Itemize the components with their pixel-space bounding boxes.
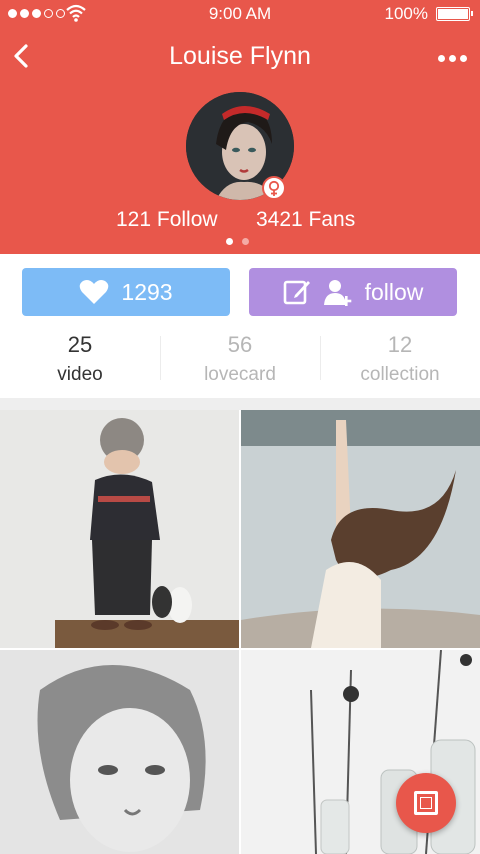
square-icon[interactable] bbox=[396, 773, 456, 833]
profile-name: Louise Flynn bbox=[169, 42, 311, 70]
video-count: 25 bbox=[67, 332, 93, 357]
add-user-icon bbox=[323, 280, 351, 306]
media-thumbnail[interactable] bbox=[241, 410, 480, 648]
collection-count: 12 bbox=[387, 332, 413, 357]
tab-video[interactable]: 25 video bbox=[0, 328, 160, 390]
tab-lovecard[interactable]: 56 lovecard bbox=[160, 328, 320, 390]
edit-icon bbox=[283, 280, 310, 305]
page-dot-active bbox=[226, 238, 233, 245]
collection-label: collection bbox=[360, 364, 440, 385]
fans-count[interactable]: 3421 Fans bbox=[256, 208, 355, 232]
media-thumbnail[interactable] bbox=[0, 650, 239, 854]
follow-button[interactable]: follow bbox=[249, 268, 457, 316]
like-button[interactable]: 1293 bbox=[22, 268, 230, 316]
heart-icon bbox=[80, 280, 109, 304]
tab-collection[interactable]: 12 collection bbox=[320, 328, 480, 390]
battery-percent: 100% bbox=[384, 4, 428, 23]
follow-count[interactable]: 121 Follow bbox=[116, 208, 218, 232]
battery-icon bbox=[436, 7, 473, 21]
more-dots-icon[interactable] bbox=[434, 46, 470, 70]
video-label: video bbox=[57, 364, 103, 385]
lovecard-label: lovecard bbox=[204, 364, 276, 385]
female-icon bbox=[262, 176, 286, 200]
content-tabs: 25 video 56 lovecard 12 collection bbox=[0, 328, 480, 390]
like-count: 1293 bbox=[121, 278, 173, 305]
media-thumbnail[interactable] bbox=[0, 410, 239, 648]
lovecard-count: 56 bbox=[227, 332, 253, 357]
page-dot bbox=[242, 238, 249, 245]
follow-label: follow bbox=[364, 278, 424, 305]
section-divider bbox=[0, 398, 480, 410]
page-indicator bbox=[226, 238, 249, 245]
status-bar: 9:00 AM 100% bbox=[0, 0, 480, 28]
profile-header: 9:00 AM 100% Louise Flynn 121 Follow 342… bbox=[0, 0, 480, 254]
